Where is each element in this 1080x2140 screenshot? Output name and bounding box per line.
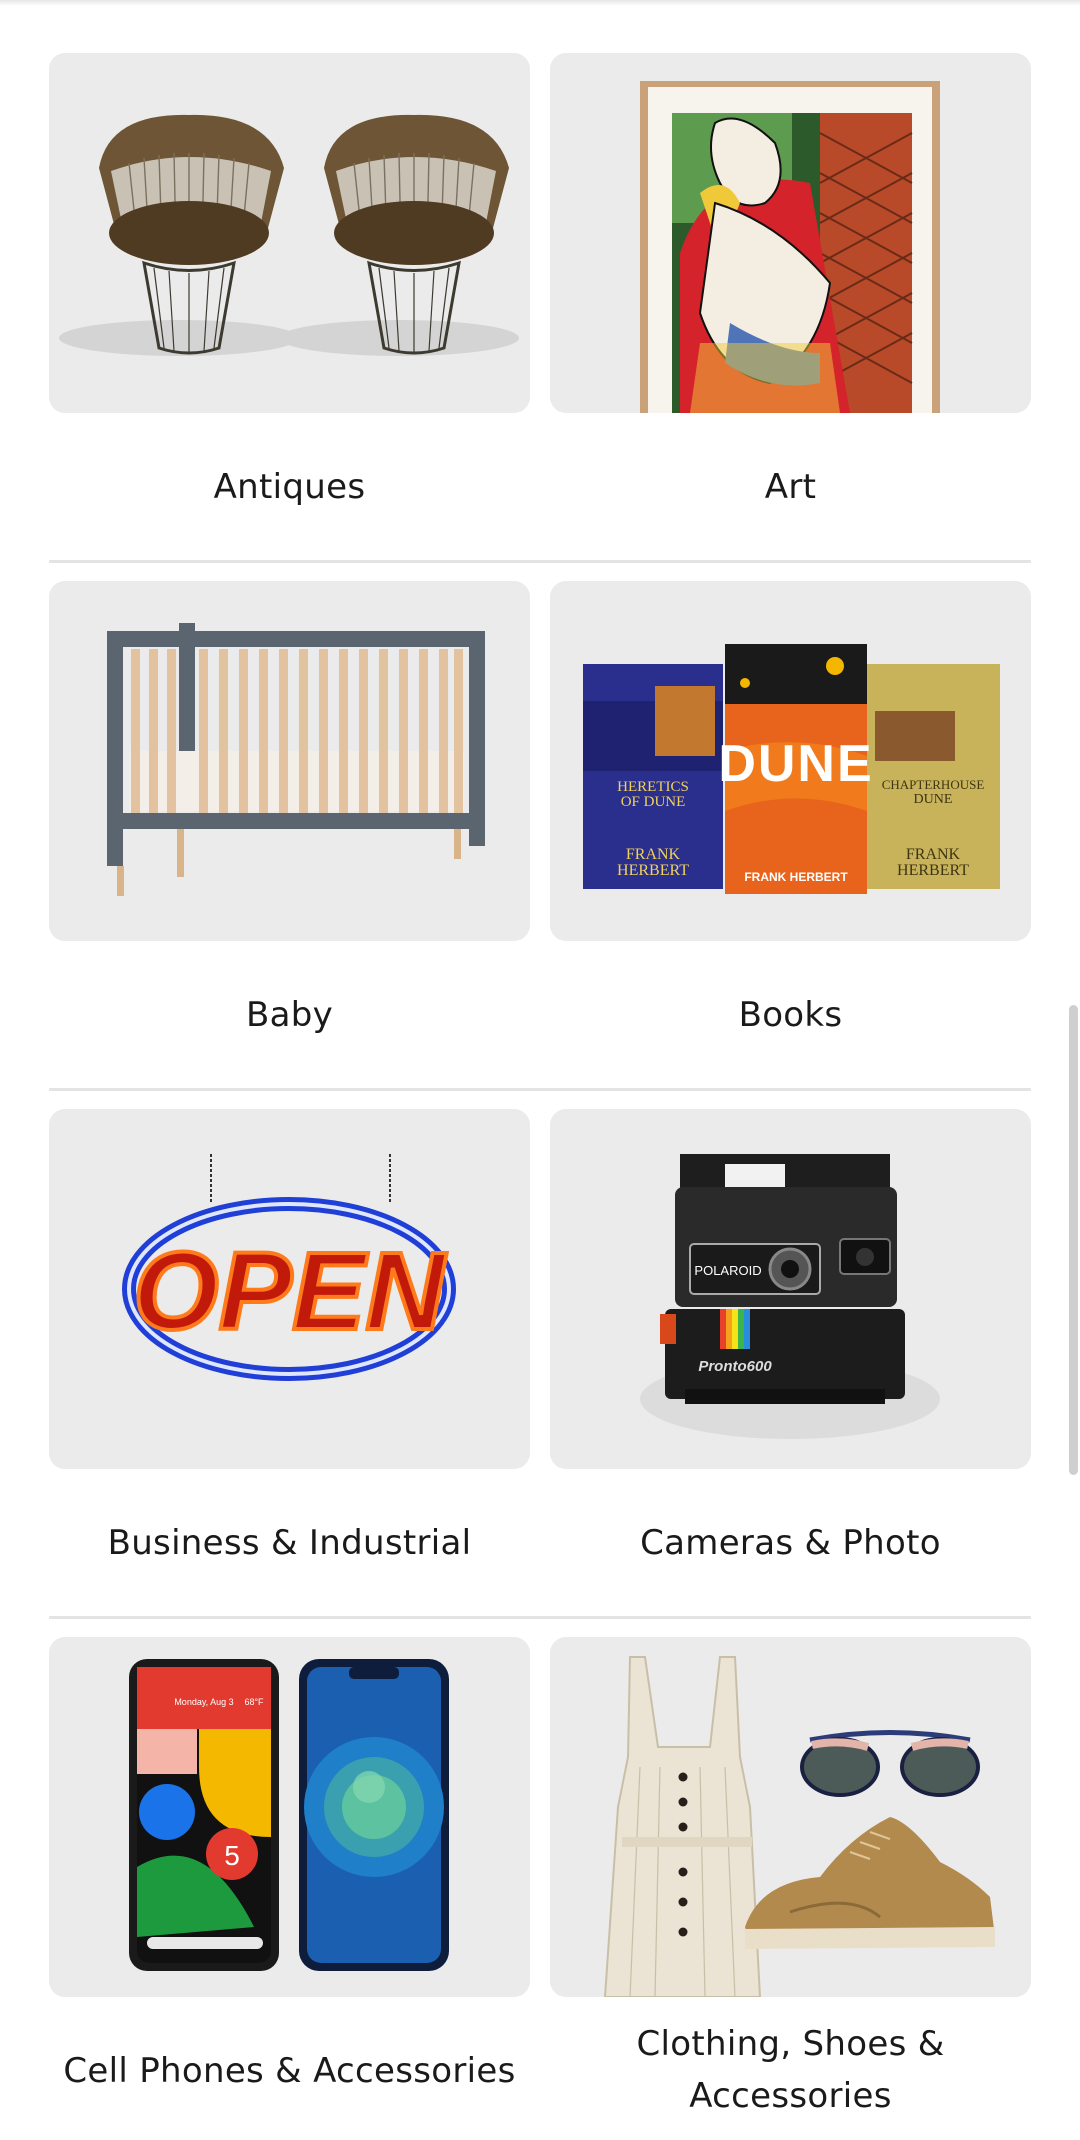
svg-text:FRANK HERBERT: FRANK HERBERT (744, 870, 848, 884)
row-divider (49, 560, 1031, 563)
category-tile-cameras-photo[interactable]: POLAROID Pronto600 (550, 1109, 1031, 1469)
svg-text:FRANK: FRANK (906, 846, 961, 863)
svg-text:HERBERT: HERBERT (897, 862, 969, 879)
smartphones-image: Monday, Aug 3 68°F 5 (129, 1659, 449, 1971)
category-tile-clothing-shoes[interactable] (550, 1637, 1031, 1997)
category-label: Art (764, 467, 817, 507)
svg-text:68°F: 68°F (244, 1697, 264, 1707)
category-label: Clothing, Shoes & Accessories (636, 2024, 945, 2116)
category-tile-antiques[interactable] (49, 53, 530, 413)
svg-text:OPEN: OPEN (133, 1230, 447, 1353)
svg-text:Pronto600: Pronto600 (698, 1358, 772, 1375)
category-label: Cameras & Photo (640, 1523, 941, 1563)
svg-text:CHAPTERHOUSE: CHAPTERHOUSE (882, 777, 985, 792)
category-tile-books[interactable]: HERETICS OF DUNE FRANK HERBERT CHAPTERHO… (550, 581, 1031, 941)
svg-text:OF DUNE: OF DUNE (621, 794, 686, 810)
category-tile-baby[interactable] (49, 581, 530, 941)
svg-text:FRANK: FRANK (626, 846, 681, 863)
svg-text:5: 5 (224, 1840, 240, 1871)
books-image: HERETICS OF DUNE FRANK HERBERT CHAPTERHO… (583, 644, 1000, 894)
category-row-4: Monday, Aug 3 68°F 5 Cell Phones & Acces… (49, 1637, 1031, 2140)
top-edge-shadow (0, 0, 1080, 6)
category-tile-business-industrial[interactable]: OPEN (49, 1109, 530, 1469)
category-label: Cell Phones & Accessories (63, 2051, 516, 2091)
category-label: Business & Industrial (107, 1523, 472, 1563)
category-row-1: Antiques Art (49, 53, 1031, 563)
clothing-image (603, 1656, 995, 1997)
row-divider (49, 1088, 1031, 1091)
svg-text:HERETICS: HERETICS (617, 779, 689, 795)
category-row-3: OPEN POLAROID Pronto600 Business & Indus… (49, 1109, 1031, 1619)
svg-text:DUNE: DUNE (718, 735, 873, 793)
svg-text:Monday, Aug 3: Monday, Aug 3 (174, 1697, 233, 1707)
svg-text:HERBERT: HERBERT (617, 862, 689, 879)
row-divider (49, 1616, 1031, 1619)
polaroid-camera-image: POLAROID Pronto600 (640, 1154, 940, 1439)
svg-text:DUNE: DUNE (914, 792, 953, 807)
scrollbar[interactable] (1069, 1005, 1078, 1475)
category-row-2: HERETICS OF DUNE FRANK HERBERT CHAPTERHO… (49, 581, 1031, 1091)
svg-text:POLAROID: POLAROID (694, 1263, 761, 1278)
baby-crib-image (107, 623, 485, 896)
category-tile-art[interactable] (550, 53, 1031, 413)
category-label: Antiques (213, 467, 366, 507)
category-label: Baby (245, 995, 334, 1035)
category-tile-cell-phones[interactable]: Monday, Aug 3 68°F 5 (49, 1637, 530, 1997)
art-print-image (640, 81, 940, 413)
antiques-chairs-image (59, 114, 519, 356)
category-grid-page: Antiques Art HERETICS OF DUNE FRANK HERB… (0, 0, 1080, 2140)
category-label: Books (738, 995, 843, 1035)
open-neon-sign-image: OPEN (122, 1154, 456, 1381)
